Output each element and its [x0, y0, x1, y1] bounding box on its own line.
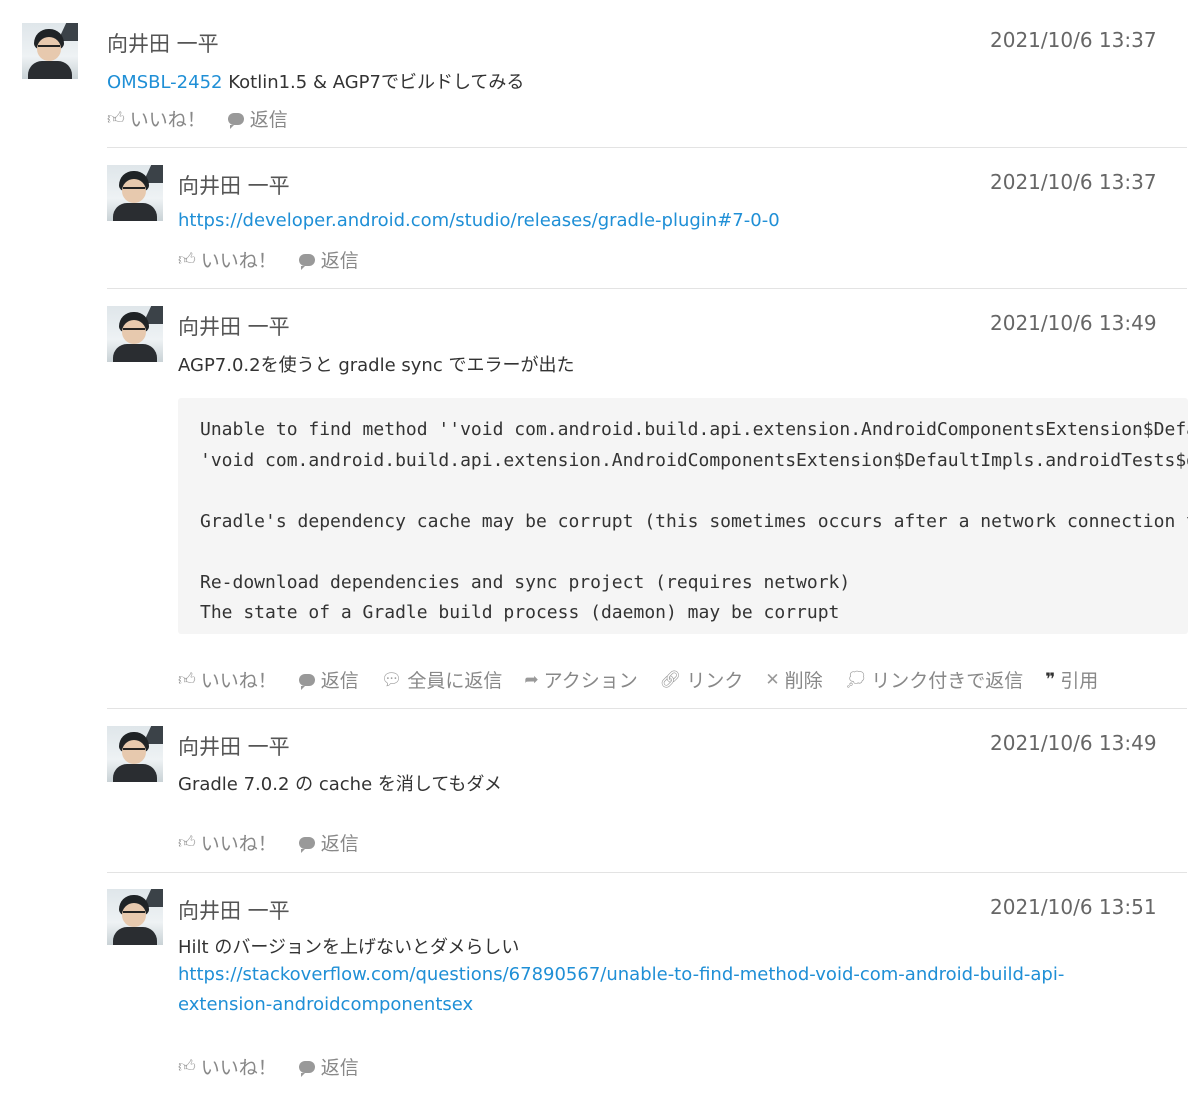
comment-actions: 👍︎ いいね！ 返信 💬︎ 全員に返信 ➦ アクション 🔗︎ リンク ✕ 削除 💭︎ リンク…: [178, 666, 1098, 693]
comment-link-line: https://stackoverflow.com/questions/6789…: [178, 964, 1064, 985]
comment-actions: 👍︎ いいね！ 返信: [178, 246, 381, 273]
avatar[interactable]: [107, 889, 163, 945]
speech-bubble-icon: [298, 836, 315, 853]
reply-with-link-button[interactable]: 💭︎ リンク付きで返信: [845, 666, 1024, 693]
reply-button[interactable]: 返信: [298, 666, 359, 693]
url-link[interactable]: extension-androidcomponentsex: [178, 994, 473, 1015]
thumbs-up-icon: 👍︎: [178, 1057, 196, 1077]
close-icon: ✕: [765, 669, 780, 690]
comment-timestamp: 2021/10/6 13:49: [990, 311, 1157, 335]
avatar[interactable]: [107, 306, 163, 362]
thumbs-up-icon: 👍︎: [178, 833, 196, 853]
action-button[interactable]: ➦ アクション: [524, 666, 637, 693]
comment-text: Hilt のバージョンを上げないとダメらしい: [178, 937, 520, 958]
comment-author[interactable]: 向井田 一平: [107, 28, 219, 58]
quote-button[interactable]: ❞ 引用: [1045, 666, 1098, 693]
comment-author[interactable]: 向井田 一平: [178, 731, 290, 761]
divider: [107, 708, 1187, 709]
speech-bubble-icon: [298, 253, 315, 270]
reply-button[interactable]: 返信: [298, 1053, 359, 1080]
code-block: Unable to find method ''void com.android…: [178, 398, 1188, 634]
url-link[interactable]: https://stackoverflow.com/questions/6789…: [178, 964, 1064, 985]
thumbs-up-icon: 👍︎: [107, 109, 125, 129]
reply-button[interactable]: 返信: [227, 105, 288, 132]
avatar[interactable]: [107, 726, 163, 782]
comment-timestamp: 2021/10/6 13:37: [990, 170, 1157, 194]
divider: [107, 288, 1187, 289]
reply-all-button[interactable]: 💬︎ 全員に返信: [381, 666, 503, 693]
comment-link-line: extension-androidcomponentsex: [178, 994, 473, 1015]
comment-text: Gradle 7.0.2 の cache を消してもダメ: [178, 774, 502, 795]
like-button[interactable]: 👍︎ いいね！: [178, 666, 277, 693]
comment-actions: 👍︎ いいね！ 返信: [107, 105, 310, 132]
code-content: Unable to find method ''void com.android…: [200, 419, 1188, 623]
comment-author[interactable]: 向井田 一平: [178, 311, 290, 341]
reply-button[interactable]: 返信: [298, 829, 359, 856]
comment-actions: 👍︎ いいね！ 返信: [178, 829, 381, 856]
comment-text: Kotlin1.5 & AGP7でビルドしてみる: [222, 72, 525, 93]
comment-body: OMSBL-2452 Kotlin1.5 & AGP7でビルドしてみる: [107, 68, 524, 94]
comment-author[interactable]: 向井田 一平: [178, 170, 290, 200]
reply-button[interactable]: 返信: [298, 246, 359, 273]
link-button[interactable]: 🔗︎ リンク: [660, 666, 744, 693]
comment-dots-icon: 💭︎: [844, 669, 867, 690]
comment-timestamp: 2021/10/6 13:51: [990, 895, 1157, 919]
arrow-icon: ➦: [524, 669, 539, 690]
thumbs-up-icon: 👍︎: [178, 250, 196, 270]
like-button[interactable]: 👍︎ いいね！: [107, 105, 206, 132]
delete-button[interactable]: ✕ 削除: [765, 666, 822, 693]
speech-bubble-icon: [298, 1060, 315, 1077]
comment-timestamp: 2021/10/6 13:37: [990, 28, 1157, 52]
comment-actions: 👍︎ いいね！ 返信: [178, 1053, 381, 1080]
ticket-link[interactable]: OMSBL-2452: [107, 72, 223, 93]
quote-icon: ❞: [1045, 669, 1056, 690]
thumbs-up-icon: 👍︎: [178, 670, 196, 690]
speech-bubble-icon: [227, 112, 244, 129]
like-button[interactable]: 👍︎ いいね！: [178, 829, 277, 856]
speech-bubble-icon: [298, 673, 315, 690]
avatar[interactable]: [22, 23, 78, 79]
link-icon: 🔗︎: [659, 669, 682, 690]
divider: [107, 147, 1187, 148]
comment-timestamp: 2021/10/6 13:49: [990, 731, 1157, 755]
comment-author[interactable]: 向井田 一平: [178, 895, 290, 925]
divider: [107, 872, 1187, 873]
comment-text: AGP7.0.2を使うと gradle sync でエラーが出た: [178, 355, 575, 376]
url-link[interactable]: https://developer.android.com/studio/rel…: [178, 210, 780, 231]
speech-bubbles-icon: 💬︎: [380, 669, 403, 690]
like-button[interactable]: 👍︎ いいね！: [178, 1053, 277, 1080]
avatar[interactable]: [107, 165, 163, 221]
like-button[interactable]: 👍︎ いいね！: [178, 246, 277, 273]
comment-body: https://developer.android.com/studio/rel…: [178, 210, 780, 231]
